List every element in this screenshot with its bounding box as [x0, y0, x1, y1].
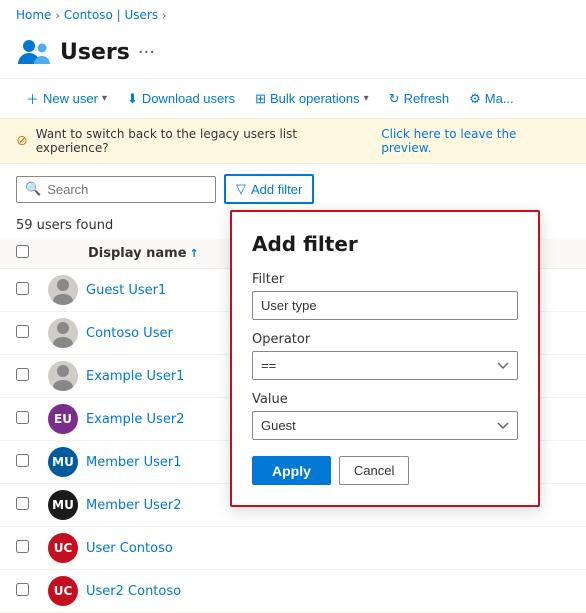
search-input[interactable]	[47, 182, 207, 197]
user-display-name[interactable]: User Contoso	[86, 541, 173, 556]
row-checkbox[interactable]	[16, 368, 29, 381]
bulk-chevron: ▾	[364, 93, 369, 104]
panel-actions: Apply Cancel	[252, 456, 518, 485]
filter-field-label: Filter	[252, 272, 518, 287]
search-box: 🔍	[16, 176, 216, 203]
warning-icon: ⊘	[16, 133, 28, 149]
apply-button[interactable]: Apply	[252, 456, 331, 485]
bulk-operations-button[interactable]: ⊞ Bulk operations ▾	[245, 85, 379, 113]
row-checkbox[interactable]	[16, 325, 29, 338]
download-users-button[interactable]: ⬇ Download users	[117, 85, 245, 113]
user-display-name[interactable]: Member User2	[86, 498, 182, 513]
preview-banner: ⊘ Want to switch back to the legacy user…	[0, 119, 586, 164]
avatar: UC	[48, 576, 78, 606]
download-icon: ⬇	[127, 91, 138, 107]
table-row: UC User Contoso	[0, 527, 586, 570]
add-filter-panel: Add filter Filter Operator == != starts …	[230, 210, 540, 507]
user-display-name[interactable]: Example User1	[86, 369, 184, 384]
value-field-label: Value	[252, 392, 518, 407]
filter-icon: ▽	[236, 181, 246, 197]
toolbar: ＋ New user ▾ ⬇ Download users ⊞ Bulk ope…	[0, 78, 586, 119]
operator-select[interactable]: == != starts with not starts with	[252, 351, 518, 380]
filter-bar: 🔍 ▽ Add filter	[0, 164, 586, 214]
leave-preview-link[interactable]: Click here to leave the preview.	[381, 127, 570, 155]
bulk-icon: ⊞	[255, 91, 266, 107]
users-page-icon	[16, 34, 52, 70]
operator-field-label: Operator	[252, 332, 518, 347]
value-select[interactable]: Guest Member All	[252, 411, 518, 440]
new-user-button[interactable]: ＋ New user ▾	[16, 83, 117, 114]
page-header: Users ···	[0, 30, 586, 78]
filter-field-input[interactable]	[252, 291, 518, 320]
cancel-button[interactable]: Cancel	[339, 456, 409, 485]
new-user-chevron: ▾	[102, 93, 107, 104]
search-icon: 🔍	[25, 182, 41, 197]
row-checkbox[interactable]	[16, 282, 29, 295]
row-checkbox[interactable]	[16, 454, 29, 467]
select-all-checkbox[interactable]	[16, 245, 29, 258]
preview-message: Want to switch back to the legacy users …	[36, 127, 374, 155]
manage-button[interactable]: ⚙ Ma...	[459, 85, 524, 113]
avatar: UC	[48, 533, 78, 563]
row-checkbox[interactable]	[16, 411, 29, 424]
avatar	[48, 318, 78, 348]
breadcrumb: Home › Contoso | Users ›	[0, 0, 586, 30]
breadcrumb-home[interactable]: Home	[16, 8, 51, 22]
user-display-name[interactable]: Contoso User	[86, 326, 173, 341]
plus-icon: ＋	[26, 89, 39, 108]
sort-arrow-icon: ↑	[190, 247, 199, 260]
user-display-name[interactable]: User2 Contoso	[86, 584, 181, 599]
panel-title: Add filter	[252, 232, 518, 256]
more-options-icon[interactable]: ···	[138, 42, 155, 63]
page-title: Users	[60, 40, 130, 65]
table-row: UC User2 Contoso	[0, 570, 586, 613]
avatar	[48, 275, 78, 305]
avatar: MU	[48, 447, 78, 477]
user-display-name[interactable]: Example User2	[86, 412, 184, 427]
refresh-icon: ↻	[389, 91, 400, 107]
row-checkbox[interactable]	[16, 497, 29, 510]
avatar	[48, 361, 78, 391]
row-checkbox[interactable]	[16, 540, 29, 553]
user-display-name[interactable]: Guest User1	[86, 283, 166, 298]
breadcrumb-contoso[interactable]: Contoso | Users	[64, 8, 158, 22]
refresh-button[interactable]: ↻ Refresh	[379, 85, 459, 113]
avatar: EU	[48, 404, 78, 434]
gear-icon: ⚙	[469, 91, 481, 107]
row-checkbox[interactable]	[16, 583, 29, 596]
add-filter-button[interactable]: ▽ Add filter	[224, 174, 314, 204]
user-display-name[interactable]: Member User1	[86, 455, 182, 470]
avatar: MU	[48, 490, 78, 520]
